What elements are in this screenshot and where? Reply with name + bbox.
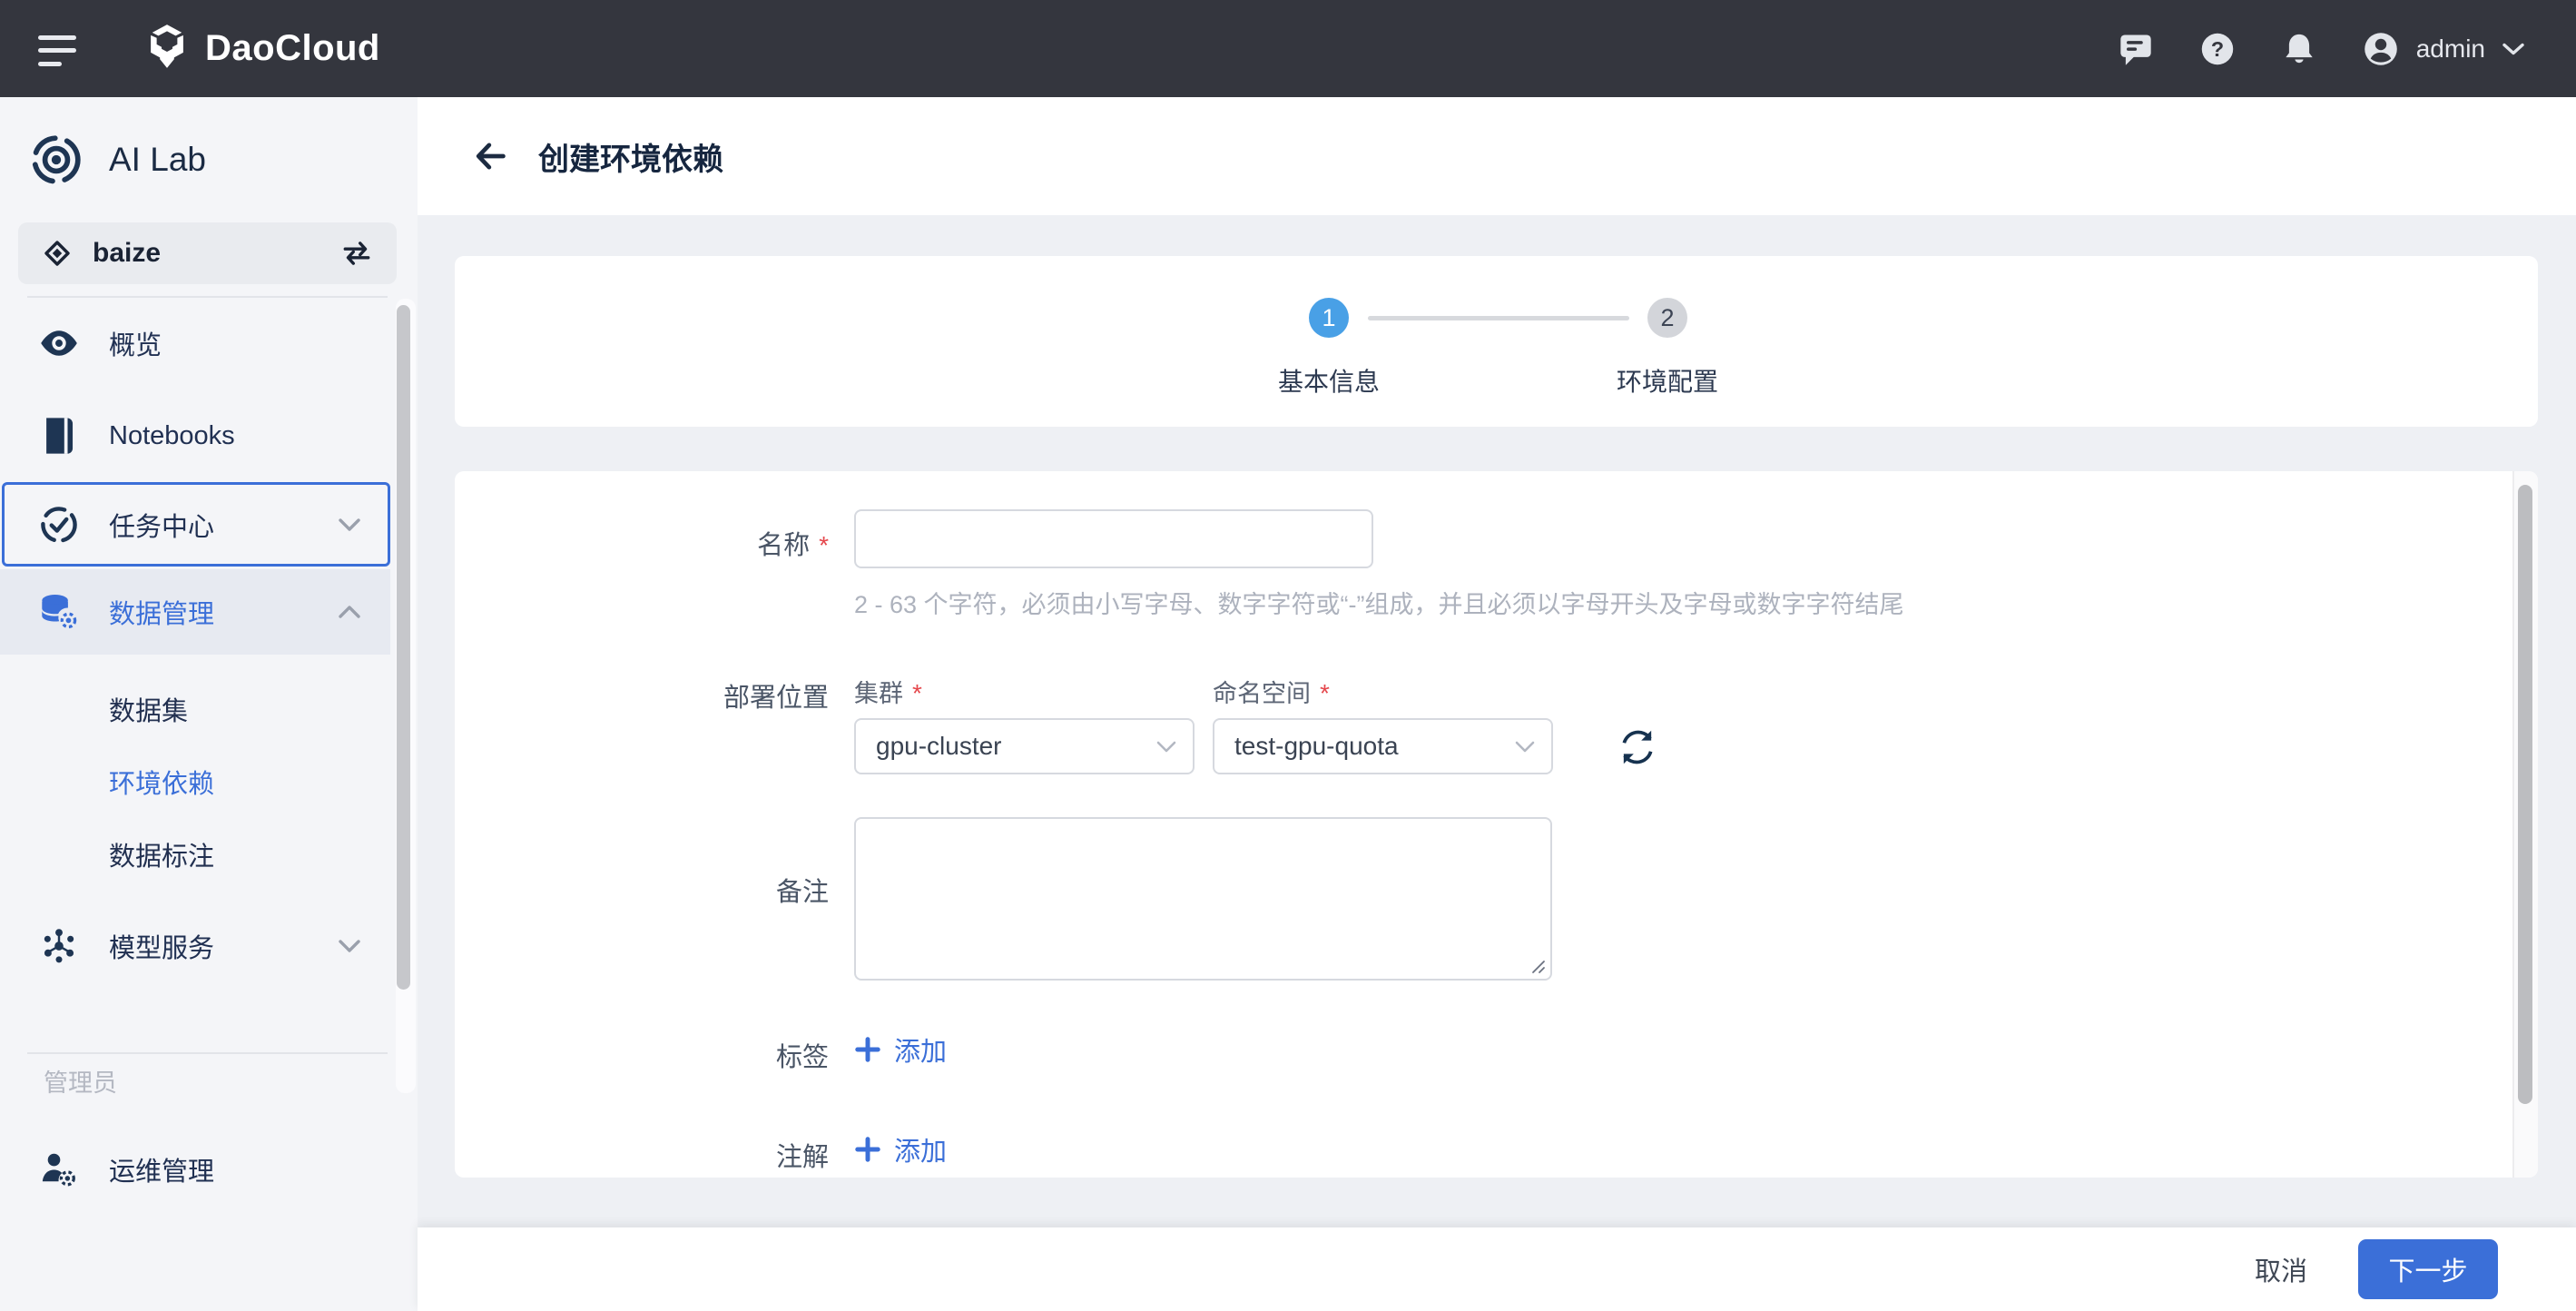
namespace-select[interactable]: test-gpu-quota — [1213, 718, 1553, 774]
required-asterisk: * — [1320, 679, 1330, 707]
step-connector-line — [1368, 316, 1629, 320]
name-label-row: 名称 * — [455, 524, 829, 562]
daocloud-console: DaoCloud ? admin — [0, 0, 2576, 1311]
switch-workspace-icon[interactable] — [340, 240, 373, 267]
sidebar-item-label: 数据管理 — [109, 593, 214, 631]
sidebar-subitem-data-annotation[interactable]: 数据标注 — [0, 829, 390, 880]
back-arrow-icon[interactable] — [470, 136, 510, 176]
section-label-admin: 管理员 — [44, 1063, 117, 1099]
hamburger-menu-icon[interactable] — [38, 35, 76, 66]
user-chevron-down-icon — [2502, 42, 2525, 56]
notes-label: 备注 — [455, 871, 829, 909]
topbar: DaoCloud ? admin — [0, 0, 2576, 97]
stepper-card: 1 2 基本信息 环境配置 — [455, 256, 2538, 427]
name-help-text: 2 - 63 个字符，必须由小写字母、数字字符或“-”组成，并且必须以字母开头及… — [854, 585, 1904, 620]
user-gear-icon — [38, 1148, 80, 1190]
required-asterisk: * — [819, 531, 829, 559]
topbar-actions: ? admin — [2117, 30, 2525, 68]
sidebar: AI Lab baize 概览 — [0, 97, 418, 1311]
chevron-up-icon — [338, 605, 361, 619]
annotations-label: 注解 — [455, 1136, 829, 1174]
notebook-icon — [38, 415, 80, 457]
daocloud-cube-icon — [143, 23, 191, 74]
sidebar-item-label: 运维管理 — [109, 1150, 214, 1188]
chevron-down-icon — [1156, 741, 1176, 753]
name-label: 名称 — [757, 531, 810, 560]
notifications-bell-icon[interactable] — [2280, 30, 2318, 68]
sidebar-subitem-label: 环境依赖 — [109, 763, 214, 801]
add-tag-label: 添加 — [894, 1030, 947, 1069]
namespace-label: 命名空间 — [1213, 680, 1311, 707]
sidebar-item-task-center[interactable]: 任务中心 — [0, 497, 390, 553]
sidebar-item-data-mgmt[interactable]: 数据管理 — [0, 584, 390, 640]
wizard-footer: 取消 下一步 — [418, 1227, 2576, 1311]
page-header: 创建环境依赖 — [418, 97, 2576, 215]
sidebar-item-overview[interactable]: 概览 — [0, 315, 390, 371]
workspace-name: baize — [93, 238, 161, 269]
step-2-circle: 2 — [1647, 298, 1687, 338]
sidebar-item-label: Notebooks — [109, 421, 235, 451]
help-icon[interactable]: ? — [2198, 30, 2237, 68]
product-header: AI Lab — [30, 133, 206, 186]
step-2-label: 环境配置 — [1568, 362, 1767, 399]
cluster-select[interactable]: gpu-cluster — [854, 718, 1195, 774]
eye-icon — [38, 322, 80, 364]
username: admin — [2416, 34, 2485, 64]
deploy-label: 部署位置 — [455, 676, 829, 715]
chevron-down-icon — [1515, 741, 1535, 753]
add-annotation-button[interactable]: 添加 — [854, 1130, 947, 1168]
workspace-switcher[interactable]: baize — [18, 222, 397, 284]
sidebar-item-label: 任务中心 — [109, 506, 214, 544]
brand-name: DaoCloud — [205, 28, 380, 69]
step-1-circle: 1 — [1309, 298, 1349, 338]
cluster-label: 集群 — [854, 680, 903, 707]
daocloud-logo[interactable]: DaoCloud — [143, 23, 380, 74]
chevron-down-icon — [338, 518, 361, 532]
add-annotation-label: 添加 — [894, 1130, 947, 1168]
plus-icon — [854, 1136, 881, 1163]
sidebar-scrollbar-thumb[interactable] — [397, 305, 410, 990]
form-card: 名称 * 2 - 63 个字符，必须由小写字母、数字字符或“-”组成，并且必须以字… — [455, 471, 2538, 1178]
form-scrollbar-thumb[interactable] — [2518, 485, 2532, 1104]
sidebar-item-notebooks[interactable]: Notebooks — [0, 408, 390, 464]
plus-icon — [854, 1036, 881, 1063]
feedback-chat-icon[interactable] — [2117, 30, 2155, 68]
main-content: 创建环境依赖 1 2 基本信息 环境配置 名称 * 2 - 63 个字符，必须由小… — [418, 97, 2576, 1311]
ai-lab-icon — [30, 133, 83, 186]
user-menu[interactable]: admin — [2362, 30, 2525, 68]
refresh-icon[interactable] — [1617, 726, 1658, 768]
sidebar-subitem-label: 数据标注 — [109, 835, 214, 873]
tags-label: 标签 — [455, 1036, 829, 1074]
required-asterisk: * — [912, 679, 922, 707]
sidebar-subitem-env-deps[interactable]: 环境依赖 — [0, 756, 390, 807]
sidebar-item-model-services[interactable]: 模型服务 — [0, 918, 390, 974]
cluster-label-row: 集群 * — [854, 674, 922, 709]
workspace-icon — [44, 240, 71, 267]
step-1-label: 基本信息 — [1229, 362, 1429, 399]
notes-textarea[interactable] — [854, 817, 1552, 981]
model-hub-icon — [38, 925, 80, 967]
page-title: 创建环境依赖 — [538, 134, 723, 179]
cluster-value: gpu-cluster — [876, 732, 1002, 761]
namespace-label-row: 命名空间 * — [1213, 674, 1330, 709]
cancel-button[interactable]: 取消 — [2255, 1250, 2307, 1288]
add-tag-button[interactable]: 添加 — [854, 1030, 947, 1069]
sidebar-subitem-label: 数据集 — [109, 690, 188, 728]
sidebar-item-label: 概览 — [109, 324, 162, 362]
sidebar-item-ops-mgmt[interactable]: 运维管理 — [0, 1141, 390, 1198]
chevron-down-icon — [338, 939, 361, 953]
sidebar-divider — [27, 1052, 388, 1054]
sidebar-subitem-datasets[interactable]: 数据集 — [0, 684, 390, 734]
task-check-icon — [38, 504, 80, 546]
database-gear-icon — [38, 591, 80, 633]
next-step-button[interactable]: 下一步 — [2358, 1239, 2498, 1299]
sidebar-item-label: 模型服务 — [109, 927, 214, 965]
avatar — [2362, 30, 2400, 68]
namespace-value: test-gpu-quota — [1234, 732, 1399, 761]
svg-text:?: ? — [2211, 36, 2224, 60]
product-name: AI Lab — [109, 141, 206, 179]
sidebar-divider — [27, 296, 388, 298]
name-input[interactable] — [854, 509, 1373, 568]
